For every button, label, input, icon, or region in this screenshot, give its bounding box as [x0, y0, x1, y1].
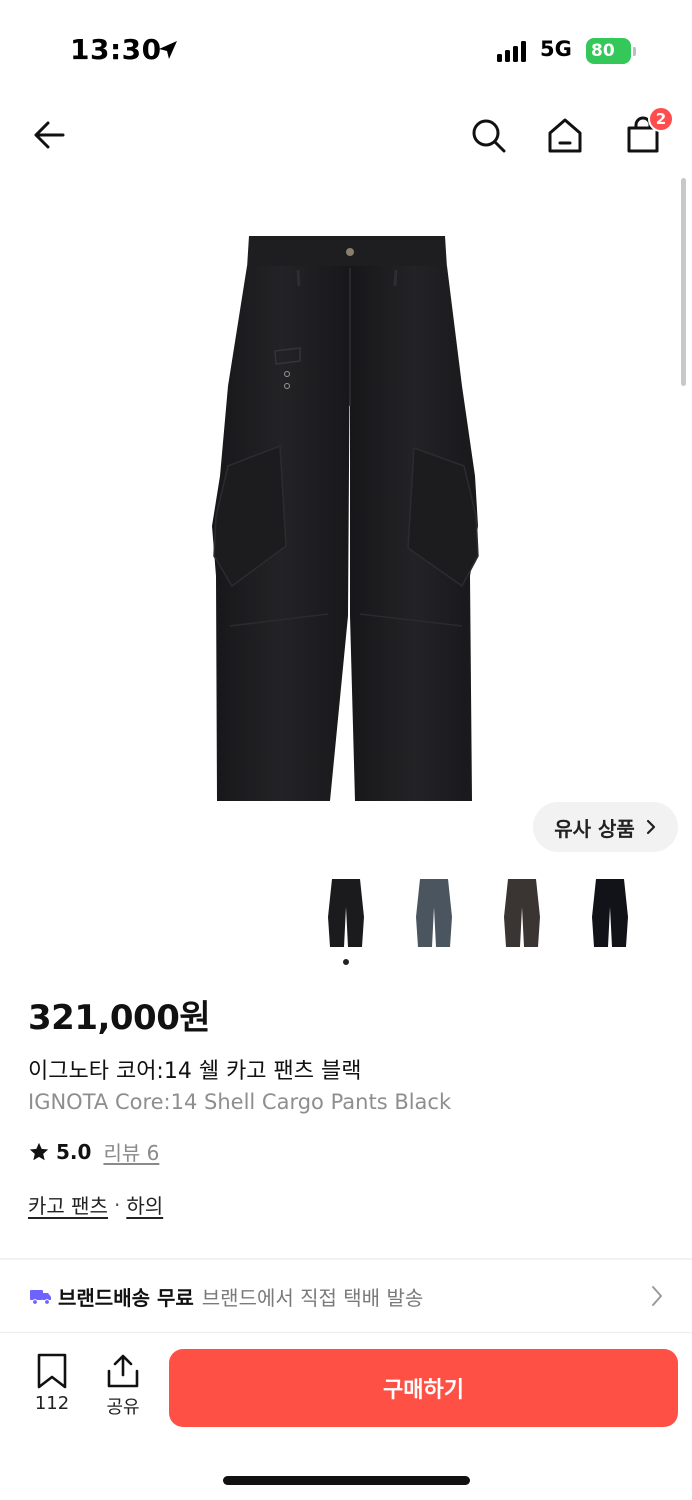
- thumbnail-gray[interactable]: [390, 872, 478, 954]
- signal-icon: [497, 40, 526, 62]
- similar-products-button[interactable]: 유사 상품: [533, 802, 678, 852]
- similar-products-label: 유사 상품: [554, 816, 635, 841]
- cart-button[interactable]: 2: [620, 106, 674, 158]
- battery-icon: 80: [586, 38, 636, 64]
- share-button[interactable]: 공유: [98, 1353, 148, 1419]
- star-icon: [29, 1142, 49, 1160]
- home-button[interactable]: [542, 112, 588, 158]
- product-image[interactable]: [200, 226, 492, 810]
- bookmark-count: 112: [34, 1393, 70, 1414]
- thumbnail-image: [592, 879, 628, 947]
- back-arrow-icon: [34, 121, 65, 149]
- network-label: 5G: [540, 37, 572, 61]
- shipping-description: 브랜드에서 직접 택배 발송: [201, 1285, 424, 1310]
- product-title-en: IGNOTA Core:14 Shell Cargo Pants Black: [28, 1090, 452, 1114]
- category-link-bottoms[interactable]: 하의: [126, 1190, 163, 1219]
- product-title-ko: 이그노타 코어:14 쉘 카고 팬츠 블랙: [28, 1059, 362, 1084]
- product-price: 321,000원: [28, 998, 211, 1038]
- divider: [0, 1258, 692, 1260]
- thumbnail-image: [416, 879, 452, 947]
- thumbnail-image: [504, 879, 540, 947]
- truck-icon: [30, 1290, 51, 1305]
- battery-level: 80: [591, 41, 615, 61]
- share-icon: [107, 1354, 139, 1388]
- location-arrow-icon: [159, 41, 177, 59]
- thumbnail-strip: [300, 872, 692, 954]
- status-bar: 13:30 5G 80: [0, 0, 692, 100]
- search-button[interactable]: [465, 112, 511, 158]
- category-breadcrumb: 카고 팬츠 · 하의: [28, 1190, 163, 1219]
- home-indicator: [223, 1476, 470, 1485]
- share-label: 공유: [106, 1397, 140, 1418]
- scrollbar[interactable]: [681, 178, 686, 386]
- top-nav: 2: [0, 100, 692, 170]
- home-icon: [548, 118, 582, 153]
- thumbnail-image: [328, 879, 364, 947]
- status-time: 13:30: [70, 33, 162, 66]
- cart-count-badge: 2: [648, 106, 674, 132]
- bookmark-button[interactable]: 112: [27, 1353, 77, 1414]
- bottom-action-bar: 112 공유 구매하기: [0, 1332, 692, 1442]
- category-separator: ·: [113, 1192, 121, 1217]
- thumbnail-brown[interactable]: [478, 872, 566, 954]
- back-button[interactable]: [26, 112, 72, 158]
- rating-row: 5.0 리뷰 6: [28, 1137, 159, 1166]
- category-link-cargo-pants[interactable]: 카고 팬츠: [28, 1190, 108, 1219]
- buy-button[interactable]: 구매하기: [169, 1349, 678, 1427]
- search-icon: [472, 119, 506, 153]
- thumbnail-black[interactable]: [302, 872, 390, 954]
- carousel-indicator: [343, 959, 349, 965]
- bookmark-icon: [37, 1353, 67, 1389]
- review-link[interactable]: 리뷰 6: [103, 1137, 159, 1166]
- rating-value: 5.0: [56, 1139, 92, 1164]
- thumbnail-navy[interactable]: [566, 872, 654, 954]
- shipping-info-row[interactable]: 브랜드배송 무료 브랜드에서 직접 택배 발송: [0, 1262, 692, 1330]
- chevron-right-icon: [646, 819, 655, 835]
- shipping-title: 브랜드배송 무료: [58, 1285, 194, 1310]
- chevron-right-icon: [652, 1286, 662, 1306]
